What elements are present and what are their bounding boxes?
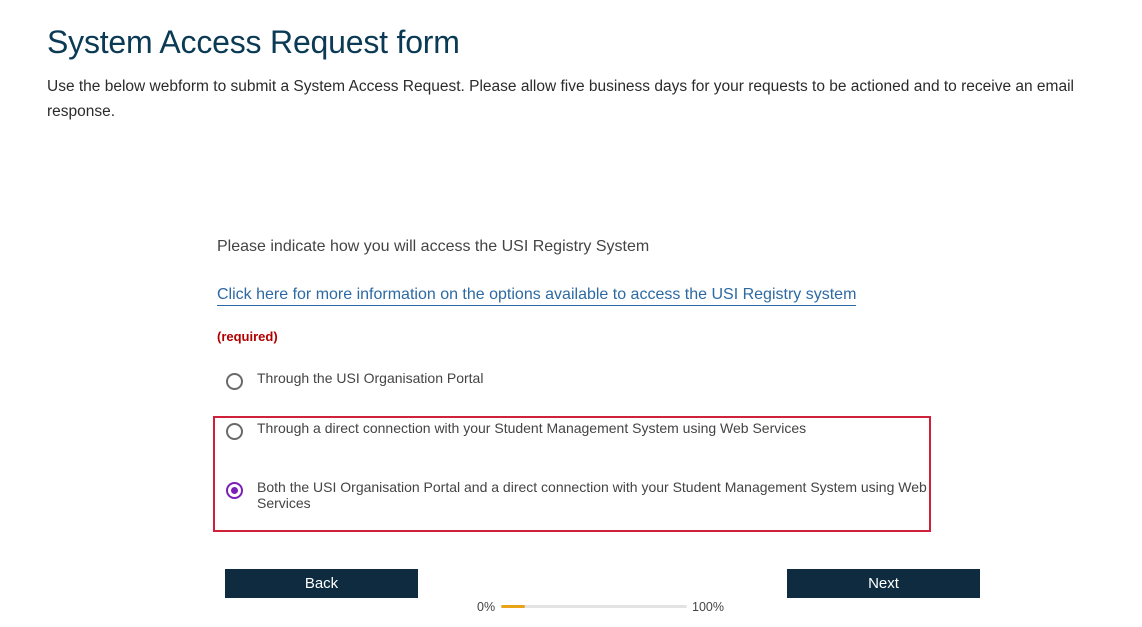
required-indicator: (required) [217, 329, 278, 344]
option-label: Through the USI Organisation Portal [257, 370, 484, 386]
page-title: System Access Request form [47, 24, 460, 60]
intro-text: Use the below webform to submit a System… [47, 78, 1074, 120]
radio-button[interactable] [226, 373, 243, 390]
progress-start-label: 0% [477, 600, 496, 614]
progress-bar [501, 605, 687, 608]
option-both[interactable]: Both the USI Organisation Portal and a d… [226, 479, 929, 511]
question-label: Please indicate how you will access the … [217, 238, 650, 255]
next-button[interactable]: Next [787, 569, 980, 598]
back-button[interactable]: Back [225, 569, 418, 598]
progress-fill [501, 605, 526, 608]
option-label: Both the USI Organisation Portal and a d… [257, 479, 927, 511]
access-options-info-link[interactable]: Click here for more information on the o… [217, 286, 857, 306]
option-organisation-portal[interactable]: Through the USI Organisation Portal [226, 370, 484, 390]
option-label: Through a direct connection with your St… [257, 420, 807, 436]
radio-button-selected[interactable] [226, 482, 243, 499]
radio-button[interactable] [226, 423, 243, 440]
progress-end-label: 100% [692, 600, 724, 614]
option-web-services[interactable]: Through a direct connection with your St… [226, 420, 807, 440]
